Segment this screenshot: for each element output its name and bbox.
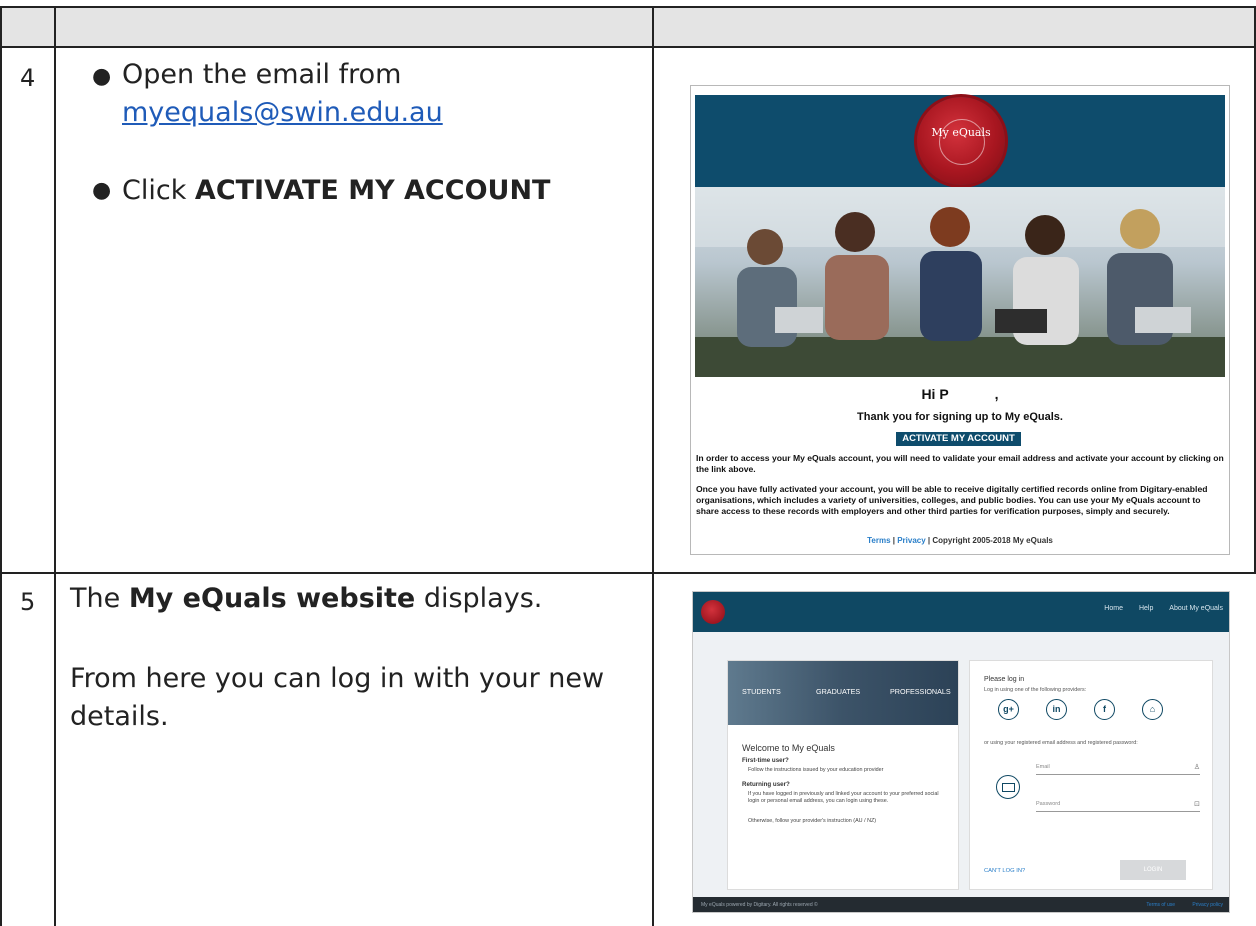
step-number: 4 bbox=[20, 64, 36, 92]
students-photo bbox=[695, 187, 1225, 377]
mail-icon bbox=[996, 775, 1020, 799]
footer-copyright: My eQuals powered by Digitary. All right… bbox=[701, 902, 818, 908]
terms-link[interactable]: Terms bbox=[867, 536, 890, 545]
email-banner: My eQuals bbox=[695, 95, 1225, 187]
returning-title: Returning user? bbox=[742, 781, 790, 788]
email-field[interactable]: Email ♙ bbox=[1036, 763, 1200, 775]
step-number: 5 bbox=[20, 588, 36, 616]
activate-account-button[interactable]: ACTIVATE MY ACCOUNT bbox=[896, 432, 1021, 446]
hero-label: PROFESSIONALS bbox=[890, 687, 951, 696]
bullet-icon: ● bbox=[92, 178, 112, 203]
first-time-title: First-time user? bbox=[742, 757, 789, 764]
footer-links: Terms of use Privacy policy bbox=[1130, 902, 1223, 908]
row-divider bbox=[0, 572, 1256, 574]
hero-banner: STUDENTS GRADUATES PROFESSIONALS bbox=[728, 661, 958, 725]
lock-icon: ⊡ bbox=[1194, 800, 1200, 808]
step-text: From here you can log in with your new d… bbox=[70, 663, 605, 732]
site-footer: My eQuals powered by Digitary. All right… bbox=[693, 897, 1229, 912]
hero-label: GRADUATES bbox=[816, 687, 861, 696]
or-using-text: or using your registered email address a… bbox=[984, 740, 1138, 746]
login-button[interactable]: LOGIN bbox=[1120, 860, 1186, 880]
my-equals-seal-icon: My eQuals bbox=[917, 97, 1005, 185]
nav-links: Home Help About My eQuals bbox=[1090, 605, 1223, 612]
institution-icon[interactable]: ⌂ bbox=[1142, 699, 1163, 720]
bullet-icon: ● bbox=[92, 64, 112, 89]
linkedin-icon[interactable]: in bbox=[1046, 699, 1067, 720]
nav-help[interactable]: Help bbox=[1139, 605, 1153, 612]
user-icon: ♙ bbox=[1193, 763, 1200, 771]
email-link[interactable]: myequals@swin.edu.au bbox=[122, 97, 443, 128]
step-text: Open the email from myequals@swin.edu.au bbox=[122, 59, 443, 128]
table-divider-2 bbox=[652, 6, 654, 926]
privacy-link[interactable]: Privacy bbox=[897, 536, 925, 545]
email-greeting: Hi P, bbox=[921, 386, 999, 402]
my-equals-logo-icon[interactable] bbox=[701, 600, 725, 624]
email-thanks: Thank you for signing up to My eQuals. bbox=[857, 411, 1063, 423]
email-footer: Terms | Privacy | Copyright 2005-2018 My… bbox=[867, 536, 1053, 545]
instruction-table: 4 ● Open the email from myequals@swin.ed… bbox=[0, 0, 1256, 926]
google-plus-icon[interactable]: g+ bbox=[998, 699, 1019, 720]
email-paragraph-1: In order to access your My eQuals accoun… bbox=[696, 453, 1224, 474]
table-divider-1 bbox=[54, 6, 56, 926]
table-header-row bbox=[0, 6, 1256, 48]
welcome-card: STUDENTS GRADUATES PROFESSIONALS Welcome… bbox=[727, 660, 959, 890]
terms-of-use-link[interactable]: Terms of use bbox=[1146, 902, 1175, 908]
table-border-left bbox=[0, 6, 2, 926]
otherwise-text: Otherwise, follow your provider's instru… bbox=[748, 818, 877, 824]
returning-text: If you have logged in previously and lin… bbox=[748, 791, 939, 804]
hero-label: STUDENTS bbox=[742, 687, 781, 696]
login-card: Please log in Log in using one of the fo… bbox=[969, 660, 1213, 890]
privacy-policy-link[interactable]: Privacy policy bbox=[1192, 902, 1223, 908]
nav-about[interactable]: About My eQuals bbox=[1169, 605, 1223, 612]
nav-home[interactable]: Home bbox=[1104, 605, 1123, 612]
welcome-title: Welcome to My eQuals bbox=[742, 743, 835, 753]
email-screenshot: My eQuals Hi P, Thank you for signing up… bbox=[690, 85, 1230, 555]
password-field[interactable]: Password ⊡ bbox=[1036, 800, 1200, 812]
step-text: The My eQuals website displays. bbox=[70, 583, 543, 614]
email-paragraph-2: Once you have fully activated your accou… bbox=[696, 484, 1208, 516]
first-time-text: Follow the instructions issued by your e… bbox=[748, 767, 884, 773]
login-providers-text: Log in using one of the following provid… bbox=[984, 687, 1087, 693]
website-screenshot: Home Help About My eQuals STUDENTS GRADU… bbox=[692, 591, 1230, 913]
login-title: Please log in bbox=[984, 676, 1025, 683]
facebook-icon[interactable]: f bbox=[1094, 699, 1115, 720]
step-text: Click ACTIVATE MY ACCOUNT bbox=[122, 175, 551, 206]
site-navbar: Home Help About My eQuals bbox=[693, 592, 1229, 632]
cant-login-link[interactable]: CAN'T LOG IN? bbox=[984, 868, 1025, 874]
